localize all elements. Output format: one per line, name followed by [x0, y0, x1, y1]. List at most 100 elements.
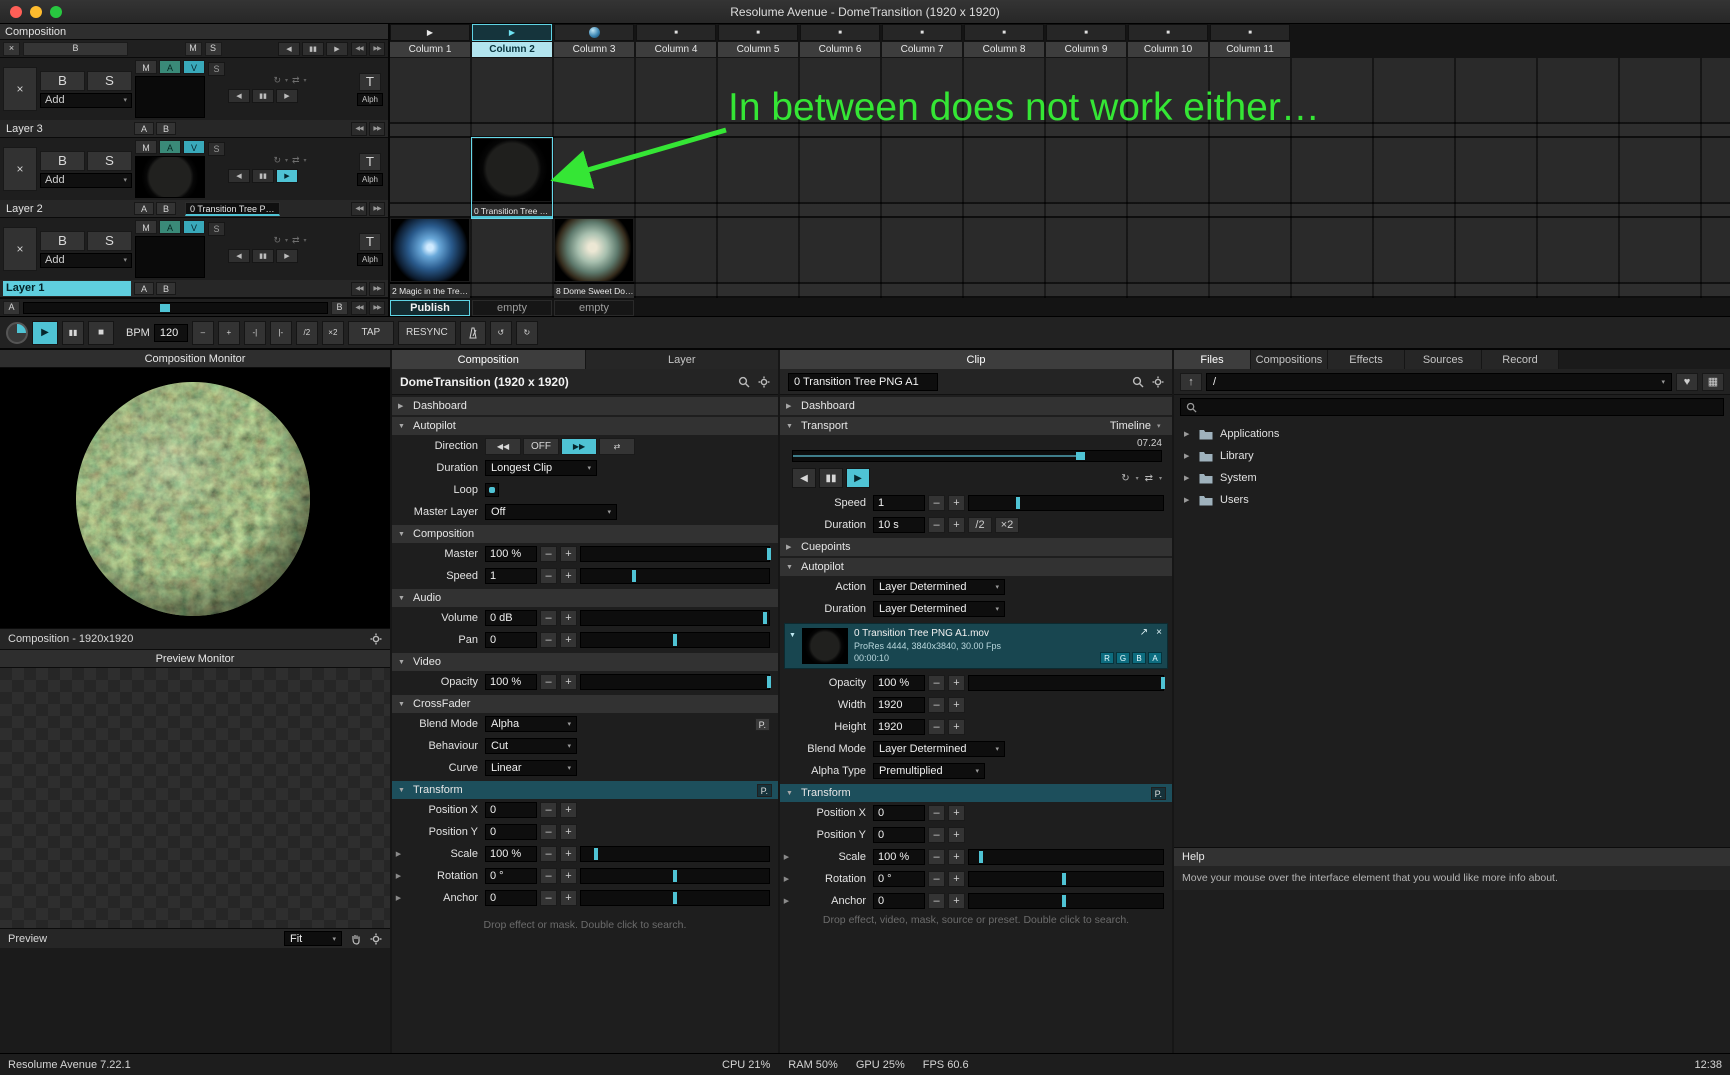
layer-blendmode-label[interactable]: Alph: [357, 173, 383, 186]
file-search-input[interactable]: [1202, 401, 1718, 413]
crossfader-a-button[interactable]: A: [3, 301, 20, 315]
column-header[interactable]: ■Column 4: [636, 24, 716, 58]
loop-mode-icon[interactable]: ↻: [1121, 473, 1129, 484]
playing-clip-chip[interactable]: 0 Transition Tree P…: [185, 202, 280, 216]
decrement-button[interactable]: –: [928, 827, 945, 843]
close-window-button[interactable]: [10, 6, 22, 18]
column-header[interactable]: ■Column 11: [1210, 24, 1290, 58]
clip-alpha-type-select[interactable]: Premultiplied▾: [873, 763, 985, 779]
loop-checkbox[interactable]: [485, 483, 499, 497]
column-header[interactable]: Column 3: [554, 24, 634, 58]
speed-slider[interactable]: [580, 568, 770, 584]
transport-mode-select[interactable]: Timeline▾: [1110, 420, 1166, 432]
minimize-window-button[interactable]: [30, 6, 42, 18]
tap-button[interactable]: TAP: [348, 321, 394, 345]
direction-forward-button[interactable]: ▶▶: [561, 438, 597, 455]
decrement-button[interactable]: –: [928, 495, 945, 511]
layer-m-toggle[interactable]: M: [135, 60, 157, 74]
master-slider[interactable]: [580, 546, 770, 562]
increment-button[interactable]: +: [948, 495, 965, 511]
redo-button[interactable]: ↻: [516, 321, 538, 345]
decrement-button[interactable]: –: [928, 719, 945, 735]
clip-opacity-value[interactable]: 100 %: [873, 675, 925, 691]
skip-back-button[interactable]: ◀◀: [351, 301, 367, 315]
section-composition[interactable]: ▼Composition: [392, 525, 778, 543]
bpm-increment-button[interactable]: +: [218, 321, 240, 345]
decrement-button[interactable]: –: [540, 610, 557, 626]
clip-anchor-slider[interactable]: [968, 893, 1164, 909]
collapsed-icon[interactable]: ▶: [780, 897, 793, 905]
nudge-right-button[interactable]: |-: [270, 321, 292, 345]
gear-icon[interactable]: [1152, 376, 1164, 388]
composition-bypass-button[interactable]: B: [23, 42, 128, 56]
direction-random-button[interactable]: ⇄: [599, 438, 635, 455]
anchor-value[interactable]: 0: [485, 890, 537, 906]
section-video[interactable]: ▼Video: [392, 653, 778, 671]
path-select[interactable]: /▾: [1206, 373, 1672, 391]
clip-position-y-value[interactable]: 0: [873, 827, 925, 843]
clip-width-value[interactable]: 1920: [873, 697, 925, 713]
increment-button[interactable]: +: [560, 546, 577, 562]
increment-button[interactable]: +: [948, 827, 965, 843]
layer-a-toggle[interactable]: A: [159, 140, 181, 154]
increment-button[interactable]: +: [560, 824, 577, 840]
favorite-button[interactable]: ♥: [1676, 373, 1698, 391]
layer-play-button[interactable]: ▶: [276, 89, 298, 103]
decrement-button[interactable]: –: [928, 805, 945, 821]
crossfader-b-button[interactable]: B: [331, 301, 348, 315]
skip-back-button[interactable]: ◀◀: [351, 122, 367, 136]
params-preset-badge[interactable]: P.: [1151, 787, 1166, 800]
composition-pause-button[interactable]: ▮▮: [302, 42, 324, 56]
layer-solo-button[interactable]: S: [87, 231, 132, 251]
layer-solo-button[interactable]: S: [87, 71, 132, 91]
opacity-slider[interactable]: [580, 674, 770, 690]
increment-button[interactable]: +: [560, 846, 577, 862]
skip-forward-button[interactable]: ▶▶: [369, 301, 385, 315]
clip-height-value[interactable]: 1920: [873, 719, 925, 735]
behaviour-select[interactable]: Cut▾: [485, 738, 577, 754]
layer-v-toggle[interactable]: V: [183, 140, 205, 154]
layer-bypass-button[interactable]: B: [40, 231, 85, 251]
bpm-decrement-button[interactable]: –: [192, 321, 214, 345]
layer-clear-button[interactable]: ×: [3, 227, 37, 271]
clip-cell-magic[interactable]: 2 Magic in the Tre…: [390, 218, 470, 298]
composition-solo-button[interactable]: S: [205, 42, 222, 56]
speed-value[interactable]: 1: [485, 568, 537, 584]
increment-button[interactable]: +: [948, 805, 965, 821]
tree-item-applications[interactable]: ▶ Applications: [1174, 423, 1730, 445]
disclosure-icon[interactable]: ▶: [1184, 430, 1192, 438]
direction-backward-button[interactable]: ◀◀: [485, 438, 521, 455]
duration-half-button[interactable]: /2: [968, 517, 992, 533]
layer-s-button[interactable]: S: [208, 142, 225, 156]
nudge-left-button[interactable]: -|: [244, 321, 266, 345]
channel-b-toggle[interactable]: B: [1132, 652, 1146, 664]
layer-m-toggle[interactable]: M: [135, 140, 157, 154]
close-icon[interactable]: ×: [1156, 627, 1162, 638]
section-dashboard[interactable]: ▶Dashboard: [392, 397, 778, 415]
section-autopilot[interactable]: ▼Autopilot: [392, 417, 778, 435]
pause-button[interactable]: ▮▮: [62, 321, 84, 345]
clip-prev-button[interactable]: ◀: [792, 468, 816, 488]
bpm-half-button[interactable]: /2: [296, 321, 318, 345]
direction-off-button[interactable]: OFF: [523, 438, 559, 455]
decrement-button[interactable]: –: [928, 697, 945, 713]
clip-rotation-slider[interactable]: [968, 871, 1164, 887]
clip-duration-value[interactable]: 10 s: [873, 517, 925, 533]
layer-bypass-button[interactable]: B: [40, 151, 85, 171]
stop-button[interactable]: ■: [88, 321, 114, 345]
layer-s-button[interactable]: S: [208, 62, 225, 76]
channel-a-toggle[interactable]: A: [1148, 652, 1162, 664]
empty-deck-slot[interactable]: empty: [554, 300, 634, 316]
layer-name[interactable]: Layer 3: [3, 123, 131, 135]
layer-transition-button[interactable]: T: [359, 153, 381, 171]
expand-icon[interactable]: ↗: [1140, 627, 1148, 638]
tab-record[interactable]: Record: [1482, 350, 1558, 369]
decrement-button[interactable]: –: [540, 568, 557, 584]
layer-blend-select[interactable]: Add▾: [40, 93, 132, 108]
decrement-button[interactable]: –: [540, 868, 557, 884]
layer-transition-button[interactable]: T: [359, 233, 381, 251]
scale-value[interactable]: 100 %: [485, 846, 537, 862]
bpm-value[interactable]: 120: [154, 324, 188, 342]
metronome-button[interactable]: [460, 321, 486, 345]
clip-pause-button[interactable]: ▮▮: [819, 468, 843, 488]
